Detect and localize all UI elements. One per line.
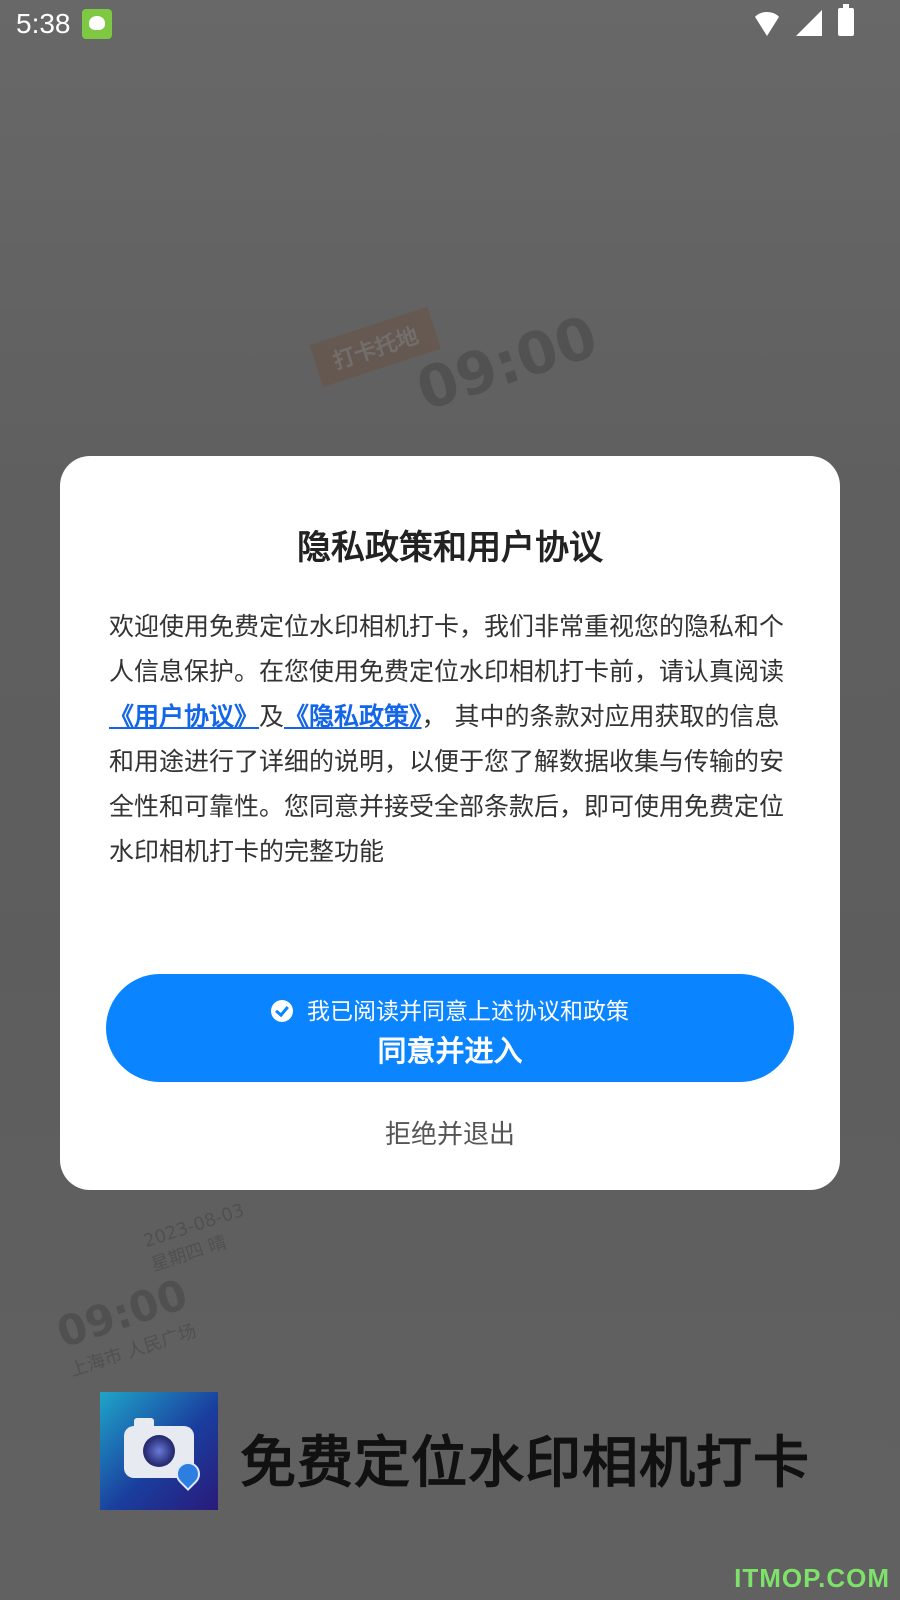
- app-name: 免费定位水印相机打卡: [240, 1431, 810, 1496]
- notification-app-icon: [82, 9, 112, 39]
- body-text-part1: 欢迎使用免费定位水印相机打卡，我们非常重视您的隐私和个人信息保护。在您使用免费定…: [109, 612, 785, 686]
- battery-charging-icon: [838, 4, 854, 36]
- status-bar: 5:38: [0, 0, 900, 48]
- user-agreement-link[interactable]: 《用户协议》: [109, 702, 259, 731]
- agree-and-enter-button[interactable]: 我已阅读并同意上述协议和政策 同意并进入: [106, 974, 794, 1082]
- wifi-icon: [752, 12, 782, 36]
- dialog-body: 欢迎使用免费定位水印相机打卡，我们非常重视您的隐私和个人信息保护。在您使用免费定…: [109, 604, 799, 874]
- privacy-policy-link[interactable]: 《隐私政策》: [284, 702, 422, 731]
- agree-label: 同意并进入: [377, 1034, 523, 1068]
- status-icons: [752, 4, 872, 40]
- cell-signal-icon: [796, 10, 822, 36]
- app-logo: [100, 1392, 218, 1510]
- reject-and-exit-button[interactable]: 拒绝并退出: [60, 1114, 840, 1151]
- checkmark-circle-icon[interactable]: [271, 1000, 293, 1022]
- consent-text: 我已阅读并同意上述协议和政策: [307, 999, 629, 1025]
- body-connector: 及: [259, 702, 285, 731]
- privacy-dialog: 隐私政策和用户协议 欢迎使用免费定位水印相机打卡，我们非常重视您的隐私和个人信息…: [60, 456, 840, 1190]
- dialog-title: 隐私政策和用户协议: [297, 528, 603, 568]
- consent-line[interactable]: 我已阅读并同意上述协议和政策: [106, 992, 794, 1026]
- status-time: 5:38: [16, 8, 71, 39]
- site-watermark: ITMOP.COM: [734, 1563, 890, 1593]
